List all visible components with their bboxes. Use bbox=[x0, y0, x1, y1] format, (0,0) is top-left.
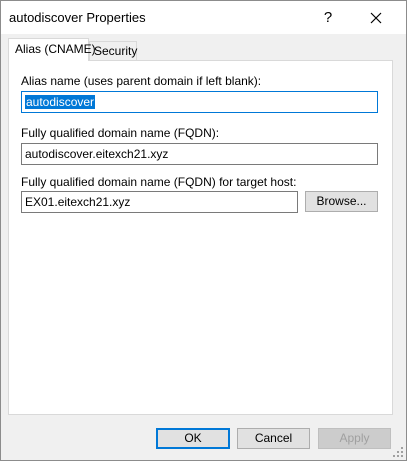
apply-button[interactable]: Apply bbox=[318, 428, 391, 449]
title-bar[interactable]: autodiscover Properties ? bbox=[1, 1, 406, 34]
help-icon: ? bbox=[323, 9, 333, 26]
properties-dialog: autodiscover Properties ? Alias (CNAME) … bbox=[0, 0, 407, 461]
help-button[interactable]: ? bbox=[305, 1, 351, 34]
target-host-input[interactable]: EX01.eitexch21.xyz bbox=[21, 191, 298, 213]
alias-name-input[interactable]: autodiscover bbox=[21, 91, 378, 113]
target-host-label: Fully qualified domain name (FQDN) for t… bbox=[21, 175, 297, 189]
ok-button[interactable]: OK bbox=[156, 428, 230, 449]
tab-alias-cname[interactable]: Alias (CNAME) bbox=[8, 38, 96, 61]
fqdn-field[interactable]: autodiscover.eitexch21.xyz bbox=[21, 143, 378, 165]
target-host-value: EX01.eitexch21.xyz bbox=[25, 195, 131, 209]
browse-button[interactable]: Browse... bbox=[305, 191, 378, 212]
fqdn-value: autodiscover.eitexch21.xyz bbox=[25, 147, 169, 161]
alias-name-label: Alias name (uses parent domain if left b… bbox=[21, 74, 262, 88]
close-button[interactable] bbox=[353, 1, 399, 34]
alias-name-value: autodiscover bbox=[25, 95, 96, 109]
resize-grip-icon[interactable] bbox=[393, 447, 404, 458]
close-icon bbox=[370, 12, 382, 23]
tab-panel-alias: Alias name (uses parent domain if left b… bbox=[8, 60, 393, 415]
cancel-button[interactable]: Cancel bbox=[237, 428, 310, 449]
fqdn-label: Fully qualified domain name (FQDN): bbox=[21, 126, 220, 140]
dialog-title: autodiscover Properties bbox=[9, 10, 146, 25]
tab-security[interactable]: Security bbox=[89, 41, 137, 60]
